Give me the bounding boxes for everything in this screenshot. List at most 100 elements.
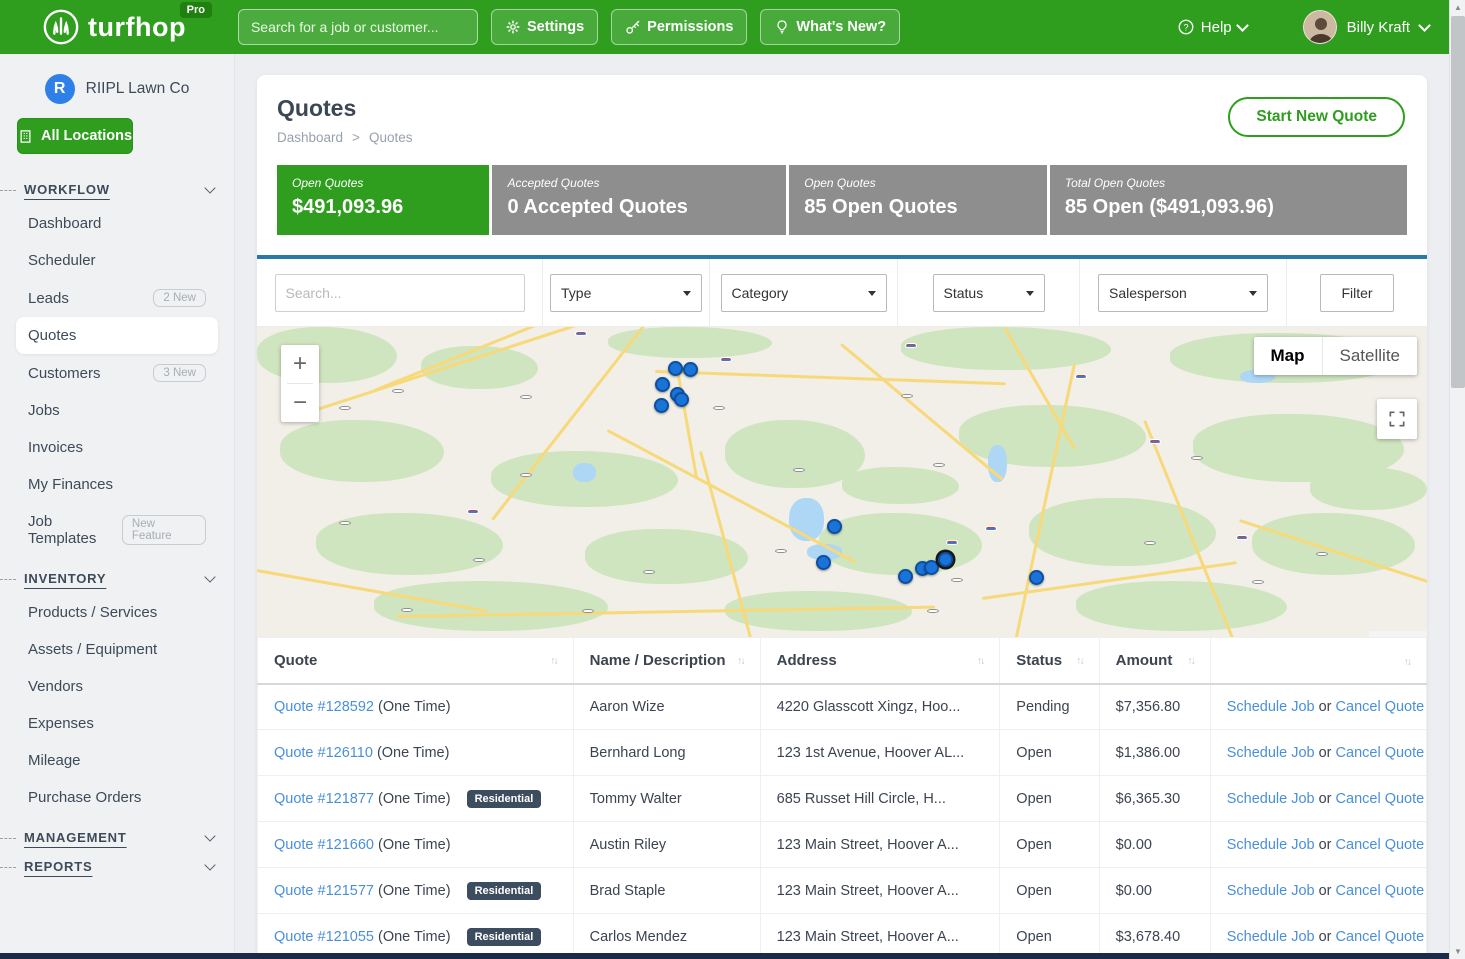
stat-card: Open Quotes $491,093.96: [277, 165, 489, 235]
col-actions[interactable]: ↑↓: [1210, 638, 1426, 684]
quote-map-marker[interactable]: [938, 552, 953, 567]
global-search-input[interactable]: [238, 9, 478, 45]
settings-button[interactable]: Settings: [491, 9, 598, 45]
sidebar-item[interactable]: Job Templates New Feature: [16, 503, 218, 557]
schedule-job-link[interactable]: Schedule Job: [1227, 791, 1315, 807]
map-type-control: Map Satellite: [1254, 337, 1417, 375]
schedule-job-link[interactable]: Schedule Job: [1227, 699, 1315, 715]
filter-button[interactable]: Filter: [1320, 274, 1394, 312]
quote-map-marker[interactable]: [898, 569, 913, 584]
schedule-job-link[interactable]: Schedule Job: [1227, 883, 1315, 899]
quote-number-link[interactable]: Quote #121877: [274, 791, 374, 807]
interstate-shield: [1150, 440, 1160, 443]
zoom-in-button[interactable]: +: [281, 345, 319, 383]
type-select[interactable]: Type: [550, 274, 702, 312]
sidebar-item[interactable]: Mileage: [16, 742, 218, 779]
cancel-quote-link[interactable]: Cancel Quote: [1336, 837, 1425, 853]
interstate-shield: [1076, 375, 1086, 378]
quotes-map[interactable]: + − Map Satellite: [257, 327, 1427, 637]
sort-icon[interactable]: ↑↓: [1404, 656, 1411, 668]
quote-map-marker[interactable]: [827, 519, 842, 534]
quote-map-marker[interactable]: [816, 555, 831, 570]
sort-icon[interactable]: ↑↓: [737, 655, 744, 667]
cancel-quote-link[interactable]: Cancel Quote: [1336, 929, 1425, 945]
quote-number-link[interactable]: Quote #126110: [274, 745, 373, 761]
quote-map-marker[interactable]: [924, 560, 939, 575]
quote-number-link[interactable]: Quote #121577: [274, 883, 374, 899]
sidebar-item[interactable]: Vendors: [16, 668, 218, 705]
sidebar-item[interactable]: My Finances: [16, 466, 218, 503]
stat-card: Accepted Quotes 0 Accepted Quotes: [492, 165, 786, 235]
sidebar-item[interactable]: Customers 3 New: [16, 354, 218, 392]
col-quote[interactable]: Quote↑↓: [258, 638, 574, 684]
all-locations-button[interactable]: All Locations: [17, 118, 133, 154]
quotes-search-input[interactable]: [275, 274, 525, 312]
scrollbar-thumb[interactable]: [1451, 16, 1465, 388]
quote-number-link[interactable]: Quote #128592: [274, 699, 374, 715]
sidebar-item[interactable]: Leads 2 New: [16, 279, 218, 317]
sidebar-item[interactable]: Purchase Orders: [16, 779, 218, 816]
page-scrollbar[interactable]: ▲ ▼: [1449, 0, 1465, 959]
sidebar-item[interactable]: Assets / Equipment: [16, 631, 218, 668]
quote-map-marker[interactable]: [1029, 570, 1044, 585]
breadcrumb-dashboard[interactable]: Dashboard: [277, 130, 343, 145]
sidebar-item[interactable]: Jobs: [16, 392, 218, 429]
quote-map-marker[interactable]: [654, 398, 669, 413]
quote-number-link[interactable]: Quote #121660: [274, 837, 374, 853]
col-address[interactable]: Address↑↓: [760, 638, 1000, 684]
sidebar-item[interactable]: Dashboard: [16, 205, 218, 242]
start-new-quote-button[interactable]: Start New Quote: [1228, 97, 1405, 137]
section-inventory[interactable]: INVENTORY: [24, 571, 214, 586]
schedule-job-link[interactable]: Schedule Job: [1227, 929, 1315, 945]
cancel-quote-link[interactable]: Cancel Quote: [1336, 883, 1425, 899]
schedule-job-link[interactable]: Schedule Job: [1227, 837, 1315, 853]
cancel-quote-link[interactable]: Cancel Quote: [1336, 745, 1425, 761]
scroll-down-arrow[interactable]: ▼: [1450, 944, 1465, 959]
zoom-out-button[interactable]: −: [281, 384, 319, 422]
quote-map-marker[interactable]: [668, 361, 683, 376]
section-management[interactable]: MANAGEMENT: [24, 830, 214, 845]
section-reports[interactable]: REPORTS: [24, 859, 214, 874]
sidebar-item[interactable]: Invoices: [16, 429, 218, 466]
quote-number-link[interactable]: Quote #121055: [274, 929, 374, 945]
quote-map-marker[interactable]: [674, 392, 689, 407]
sidebar-item-label: Quotes: [28, 327, 76, 344]
sidebar-item[interactable]: Scheduler: [16, 242, 218, 279]
user-menu[interactable]: Billy Kraft: [1303, 10, 1429, 44]
category-select[interactable]: Category: [721, 274, 887, 312]
quote-map-marker[interactable]: [683, 362, 698, 377]
sidebar-item[interactable]: Quotes: [16, 317, 218, 354]
permissions-button[interactable]: Permissions: [611, 9, 747, 45]
table-header-row: Quote↑↓ Name / Description↑↓ Address↑↓ S…: [258, 638, 1427, 684]
cancel-quote-link[interactable]: Cancel Quote: [1336, 699, 1425, 715]
sort-icon[interactable]: ↑↓: [1187, 655, 1194, 667]
quote-map-marker[interactable]: [655, 377, 670, 392]
col-name[interactable]: Name / Description↑↓: [573, 638, 760, 684]
sort-icon[interactable]: ↑↓: [977, 655, 984, 667]
sidebar: R RIIPL Lawn Co All Locations WORKFLOW D…: [0, 54, 235, 953]
brand-logo[interactable]: turfhop Pro: [42, 8, 186, 46]
fullscreen-button[interactable]: [1377, 399, 1417, 439]
sidebar-item-label: My Finances: [28, 476, 113, 493]
scroll-up-arrow[interactable]: ▲: [1450, 0, 1465, 15]
company-row[interactable]: R RIIPL Lawn Co: [0, 74, 234, 104]
whats-new-button[interactable]: What's New?: [760, 9, 900, 45]
section-workflow[interactable]: WORKFLOW: [24, 182, 214, 197]
help-menu[interactable]: ? Help: [1177, 18, 1247, 36]
sidebar-item[interactable]: Expenses: [16, 705, 218, 742]
col-status[interactable]: Status↑↓: [1000, 638, 1099, 684]
sort-icon[interactable]: ↑↓: [1076, 655, 1083, 667]
cancel-quote-link[interactable]: Cancel Quote: [1336, 791, 1425, 807]
sidebar-item[interactable]: Products / Services: [16, 594, 218, 631]
quotes-table: Quote↑↓ Name / Description↑↓ Address↑↓ S…: [257, 637, 1427, 959]
schedule-job-link[interactable]: Schedule Job: [1227, 745, 1315, 761]
col-amount[interactable]: Amount↑↓: [1099, 638, 1210, 684]
status-select[interactable]: Status: [933, 274, 1045, 312]
us-route-shield: [401, 608, 413, 612]
salesperson-select[interactable]: Salesperson: [1098, 274, 1268, 312]
status-cell: Open: [1000, 822, 1099, 868]
satellite-view-button[interactable]: Satellite: [1322, 337, 1417, 375]
action-separator: or: [1319, 929, 1332, 945]
map-view-button[interactable]: Map: [1254, 337, 1322, 375]
sort-icon[interactable]: ↑↓: [550, 655, 557, 667]
